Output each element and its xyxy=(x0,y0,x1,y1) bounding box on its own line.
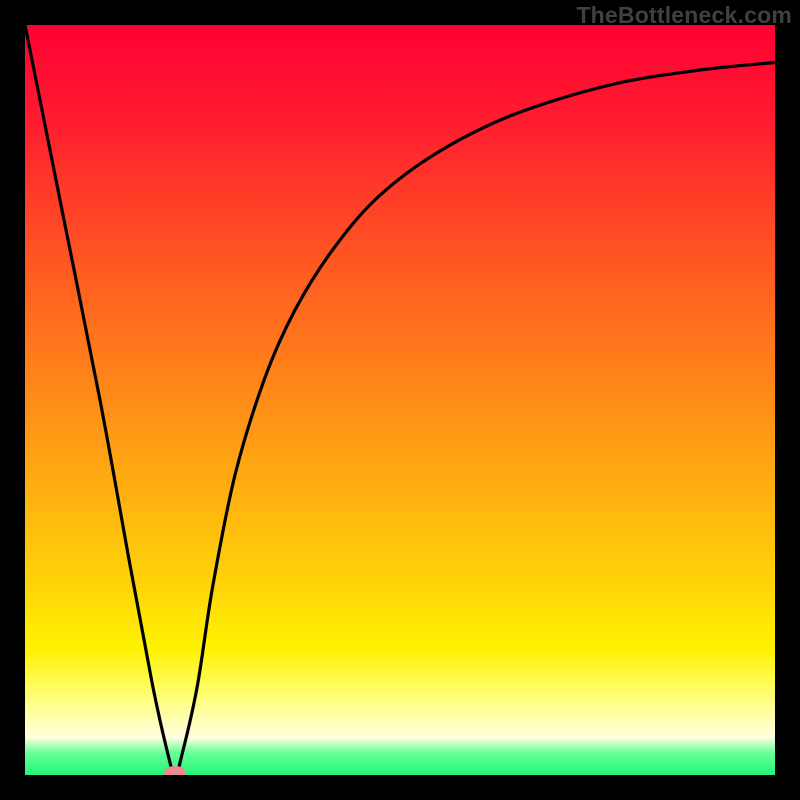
frame-bottom xyxy=(0,775,800,800)
plot-area xyxy=(25,25,775,775)
frame-left xyxy=(0,0,25,800)
watermark-text: TheBottleneck.com xyxy=(576,2,792,29)
bottleneck-curve xyxy=(25,25,775,775)
chart-container: TheBottleneck.com xyxy=(0,0,800,800)
frame-right xyxy=(775,0,800,800)
